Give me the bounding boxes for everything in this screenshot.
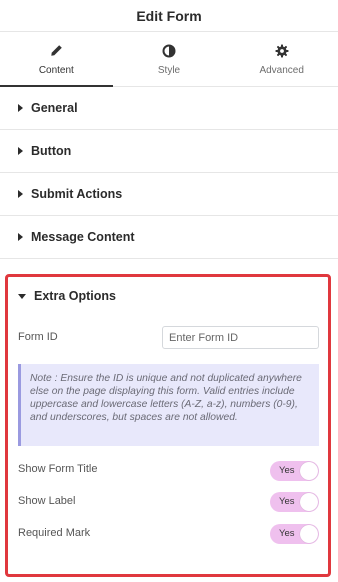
- caret-right-icon: [18, 147, 23, 155]
- show-label-label: Show Label: [18, 495, 76, 507]
- caret-right-icon: [18, 104, 23, 112]
- toggle-value: Yes: [279, 528, 295, 539]
- toggle-value: Yes: [279, 496, 295, 507]
- section-extra-options-label: Extra Options: [34, 289, 116, 303]
- toggle-knob: [300, 525, 318, 543]
- required-mark-label: Required Mark: [18, 527, 91, 539]
- section-submit-actions-label: Submit Actions: [31, 187, 123, 201]
- form-id-label: Form ID: [18, 331, 58, 343]
- caret-down-icon: [18, 293, 26, 299]
- section-general-label: General: [31, 101, 78, 115]
- toggle-value: Yes: [279, 465, 295, 476]
- show-form-title-label: Show Form Title: [18, 463, 98, 475]
- caret-right-icon: [18, 190, 23, 198]
- tab-content[interactable]: Content: [0, 32, 113, 87]
- panel-title: Edit Form: [136, 7, 202, 24]
- tab-style-label: Style: [157, 64, 181, 76]
- tab-advanced[interactable]: Advanced: [225, 32, 338, 86]
- tab-bar: Content Style Advanced: [0, 32, 338, 87]
- half-circle-icon: [162, 43, 176, 59]
- tab-style[interactable]: Style: [113, 32, 226, 86]
- show-label-toggle[interactable]: Yes: [270, 492, 319, 512]
- section-general[interactable]: General: [0, 87, 338, 130]
- tab-content-label: Content: [38, 64, 74, 76]
- toggle-knob: [300, 462, 318, 480]
- required-mark-toggle[interactable]: Yes: [270, 524, 319, 544]
- section-message-content-label: Message Content: [31, 230, 135, 244]
- toggle-knob: [300, 493, 318, 511]
- gear-icon: [275, 43, 289, 59]
- caret-right-icon: [18, 233, 23, 241]
- tab-advanced-label: Advanced: [259, 64, 304, 76]
- section-submit-actions[interactable]: Submit Actions: [0, 173, 338, 216]
- section-button[interactable]: Button: [0, 130, 338, 173]
- section-message-content[interactable]: Message Content: [0, 216, 338, 259]
- pencil-icon: [50, 43, 63, 59]
- section-button-label: Button: [31, 144, 72, 158]
- section-extra-options[interactable]: Extra Options: [18, 289, 116, 303]
- form-id-input[interactable]: [162, 326, 319, 349]
- form-id-note: Note : Ensure the ID is unique and not d…: [18, 364, 319, 446]
- panel-header: Edit Form: [0, 0, 338, 32]
- show-form-title-toggle[interactable]: Yes: [270, 461, 319, 481]
